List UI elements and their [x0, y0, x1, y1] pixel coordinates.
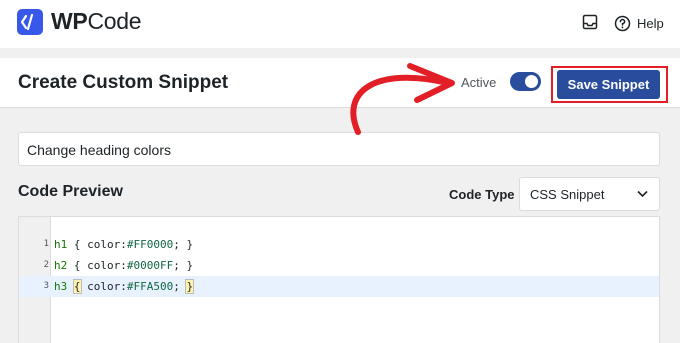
code-line-current[interactable]: 3 h3 { color:#FFA500; }: [19, 276, 659, 297]
snippet-title-input[interactable]: Change heading colors: [18, 132, 660, 166]
css-property: color:: [87, 280, 127, 293]
inbox-icon[interactable]: [581, 13, 601, 33]
toggle-knob: [525, 75, 538, 88]
code-editor[interactable]: 1 h1 { color:#FF0000; } 2 h2 { color:#00…: [18, 216, 660, 343]
page-title: Create Custom Snippet: [18, 72, 229, 93]
css-selector: h1: [54, 238, 68, 251]
css-property: color:: [87, 238, 127, 251]
css-property: color:: [87, 259, 127, 272]
css-punct: {: [67, 259, 88, 272]
css-punct: ; }: [173, 259, 194, 272]
line-number: 2: [43, 260, 49, 270]
css-punct: {: [67, 238, 88, 251]
code-line[interactable]: 2 h2 { color:#0000FF; }: [19, 255, 659, 276]
help-button[interactable]: Help: [614, 13, 664, 33]
code-type-value: CSS Snippet: [530, 187, 605, 202]
logo-text-bold: WP: [51, 8, 88, 34]
matched-brace: }: [185, 279, 195, 294]
code-line[interactable]: 1 h1 { color:#FF0000; }: [19, 234, 659, 255]
css-value: #FFA500: [126, 280, 174, 293]
css-selector: h2: [54, 259, 68, 272]
code-type-select[interactable]: CSS Snippet: [519, 177, 660, 211]
logo-text: WPCode: [51, 8, 142, 35]
top-bar: WPCode Help: [0, 0, 680, 48]
line-number: 3: [43, 281, 49, 291]
chevron-down-icon: [637, 190, 648, 198]
logo-text-regular: Code: [87, 8, 142, 34]
css-selector: h3: [54, 280, 68, 293]
help-label: Help: [637, 15, 664, 31]
matched-brace: {: [72, 279, 82, 294]
css-punct: ; }: [173, 238, 194, 251]
css-value: #0000FF: [126, 259, 174, 272]
wpcode-logo-icon: [17, 9, 43, 35]
line-number: 1: [43, 239, 49, 249]
save-snippet-button[interactable]: Save Snippet: [557, 70, 660, 99]
active-toggle[interactable]: [510, 72, 541, 91]
css-punct: ;: [173, 280, 187, 293]
help-circle-icon: [614, 15, 631, 31]
code-preview-label: Code Preview: [18, 183, 123, 200]
snippet-header: Create Custom Snippet Active Save Snippe…: [0, 58, 680, 108]
css-punct: [67, 280, 74, 293]
code-type-label: Code Type: [449, 187, 515, 202]
active-label: Active: [461, 75, 497, 90]
css-value: #FF0000: [126, 238, 174, 251]
